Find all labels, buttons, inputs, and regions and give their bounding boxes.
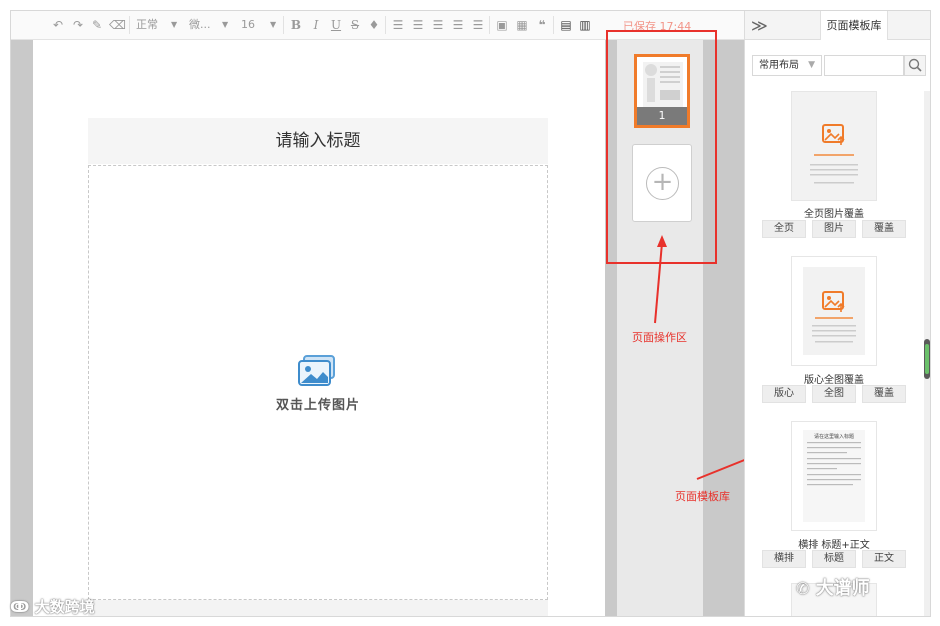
page-operation-label: 页面操作区 [632,331,687,344]
format-painter-icon[interactable]: ✎ [90,17,104,33]
template-tag-button[interactable]: 横排 [762,550,806,568]
template-tag-button[interactable]: 全图 [812,385,856,403]
underline-button[interactable]: U [329,17,343,33]
page-operation-highlight [606,30,717,264]
indent-icon[interactable]: ☰ [431,17,445,33]
layout-filter-select[interactable]: 常用布局 ▼ [752,55,822,76]
panel-tabbar: ≫ 页面模板库 [745,11,930,40]
image-icon [822,124,845,145]
search-icon [908,58,922,72]
editor-bottom-strip [88,600,548,616]
image-upload-area[interactable]: 双击上传图片 [88,165,548,600]
insert-image-icon[interactable]: ▣ [495,17,509,33]
collapse-panel-button[interactable]: ≫ [751,16,768,35]
outdent-icon[interactable]: ☰ [451,17,465,33]
scrollbar-grip [925,344,929,374]
template-preview-bg: 请在这里输入标题 [803,430,865,522]
undo-icon[interactable]: ↶ [51,17,65,33]
save-icon[interactable]: ▥ [578,17,592,33]
title-input[interactable]: 请输入标题 [88,118,548,164]
template-search-input[interactable] [824,55,904,76]
watermark-logo-icon: ↂ [10,598,30,616]
template-panel: ≫ 页面模板库 常用布局 ▼ 全页图片覆盖 全页 图片 覆盖 版心全图覆盖 版心… [744,11,930,616]
align-icon[interactable]: ☰ [471,17,485,33]
template-tag-button[interactable]: 全页 [762,220,806,238]
template-text-lines [812,317,856,343]
ordered-list-icon[interactable]: ☰ [391,17,405,33]
template-tag-button[interactable]: 正文 [862,550,906,568]
toolbar-divider [283,16,284,34]
template-preview-title: 请在这里输入标题 [813,434,854,440]
template-text-lines [807,442,861,486]
font-size-select[interactable]: 16 [241,17,255,33]
watermark-right: ✆ 大谱师 [796,578,870,599]
watermark-left: ↂ 大数跨境 [10,598,95,616]
paragraph-style-select[interactable]: 正常 [136,17,158,33]
template-tag-button[interactable]: 覆盖 [862,220,906,238]
text-color-icon[interactable]: ♦ [367,17,381,33]
bold-button[interactable]: B [289,17,303,33]
template-name: 全页图片覆盖 [804,209,864,220]
insert-table-icon[interactable]: ▦ [515,17,529,33]
eraser-icon[interactable]: ⌫ [109,17,126,33]
toolbar-divider [385,16,386,34]
wechat-icon: ✆ [796,579,810,598]
italic-button[interactable]: I [309,17,323,33]
app-window: ↶ ↷ ✎ ⌫ 正常 ▼ 微... ▼ 16 ▼ B I U S ♦ ☰ ☰ ☰… [10,10,931,617]
chevron-down-icon[interactable]: ▼ [270,17,276,33]
chevron-down-icon[interactable]: ▼ [222,17,228,33]
panel-scrollbar-thumb[interactable] [924,339,930,379]
chevron-down-icon: ▼ [808,60,815,70]
chevron-down-icon[interactable]: ▼ [171,17,177,33]
strikethrough-button[interactable]: S [348,17,362,33]
template-card-center-image[interactable] [791,256,877,366]
search-button[interactable] [904,55,926,76]
tab-template-library[interactable]: 页面模板库 [820,11,888,40]
quote-icon[interactable]: ❝ [535,17,549,33]
redo-icon[interactable]: ↷ [71,17,85,33]
template-tag-button[interactable]: 图片 [812,220,856,238]
print-icon[interactable]: ▤ [559,17,573,33]
image-upload-icon [298,355,335,386]
template-name: 横排 标题+正文 [798,540,870,551]
upload-hint: 双击上传图片 [275,398,360,413]
template-library-label: 页面模板库 [675,490,730,503]
image-icon [822,291,845,312]
template-card-full-image[interactable] [791,91,877,201]
layout-filter-value: 常用布局 [759,60,799,71]
template-card-title-body[interactable]: 请在这里输入标题 [791,421,877,531]
template-tag-button[interactable]: 版心 [762,385,806,403]
template-text-lines [810,154,858,184]
toolbar-divider [489,16,490,34]
template-tag-button[interactable]: 覆盖 [862,385,906,403]
template-name: 版心全图覆盖 [804,375,864,386]
template-preview-bg [803,267,865,355]
toolbar-divider [553,16,554,34]
toolbar-divider [129,16,130,34]
template-tag-button[interactable]: 标题 [812,550,856,568]
unordered-list-icon[interactable]: ☰ [411,17,425,33]
font-family-select[interactable]: 微... [189,17,211,33]
editor-canvas[interactable]: 请输入标题 双击上传图片 [33,40,605,616]
